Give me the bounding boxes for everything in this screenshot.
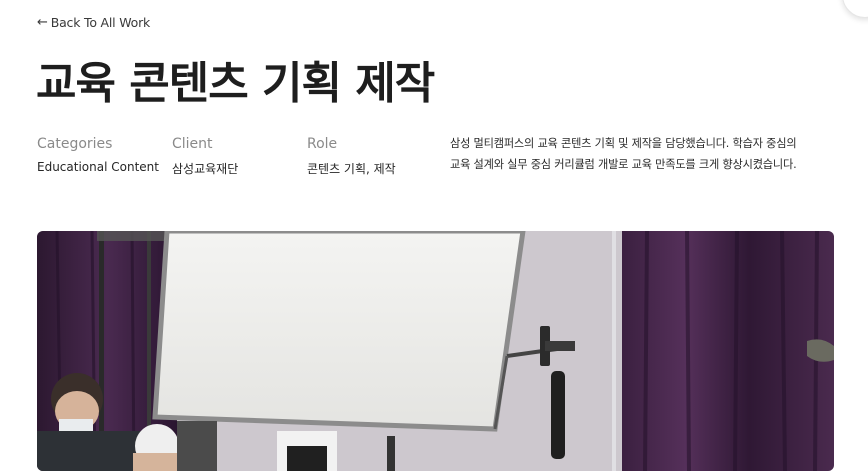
client-value: 삼성교육재단 — [172, 162, 239, 176]
role-value: 콘텐츠 기획, 제작 — [307, 162, 396, 176]
page-title: 교육 콘텐츠 기획 제작 — [36, 58, 435, 109]
role-label: Role — [307, 136, 338, 152]
right-curtain — [622, 231, 834, 471]
role-meta: Role 콘텐츠 기획, 제작 — [307, 136, 396, 177]
description-line-2: 교육 설계와 실무 중심 커리큘럼 개발로 교육 만족도를 크게 향상시켰습니다… — [450, 158, 797, 171]
diffuser-panel — [152, 231, 526, 432]
floating-corner-button[interactable] — [842, 0, 868, 18]
microphone-shape — [551, 371, 565, 459]
left-arrow-icon: ← — [37, 15, 48, 30]
back-to-all-work-link[interactable]: ← Back To All Work — [37, 15, 150, 30]
categories-label: Categories — [37, 136, 113, 152]
description-line-1: 삼성 멀티캠퍼스의 교육 콘텐츠 기획 및 제작을 담당했습니다. 학습자 중심… — [450, 137, 797, 150]
back-link-label: Back To All Work — [50, 15, 151, 30]
project-description: 삼성 멀티캠퍼스의 교육 콘텐츠 기획 및 제작을 담당했습니다. 학습자 중심… — [450, 133, 840, 175]
client-label: Client — [172, 136, 213, 152]
client-meta: Client 삼성교육재단 — [172, 136, 238, 177]
categories-value: Educational Content — [37, 160, 159, 174]
studio-photo-illustration — [37, 231, 834, 471]
project-hero-image — [37, 231, 834, 471]
categories-meta: Categories Educational Content — [37, 136, 159, 174]
